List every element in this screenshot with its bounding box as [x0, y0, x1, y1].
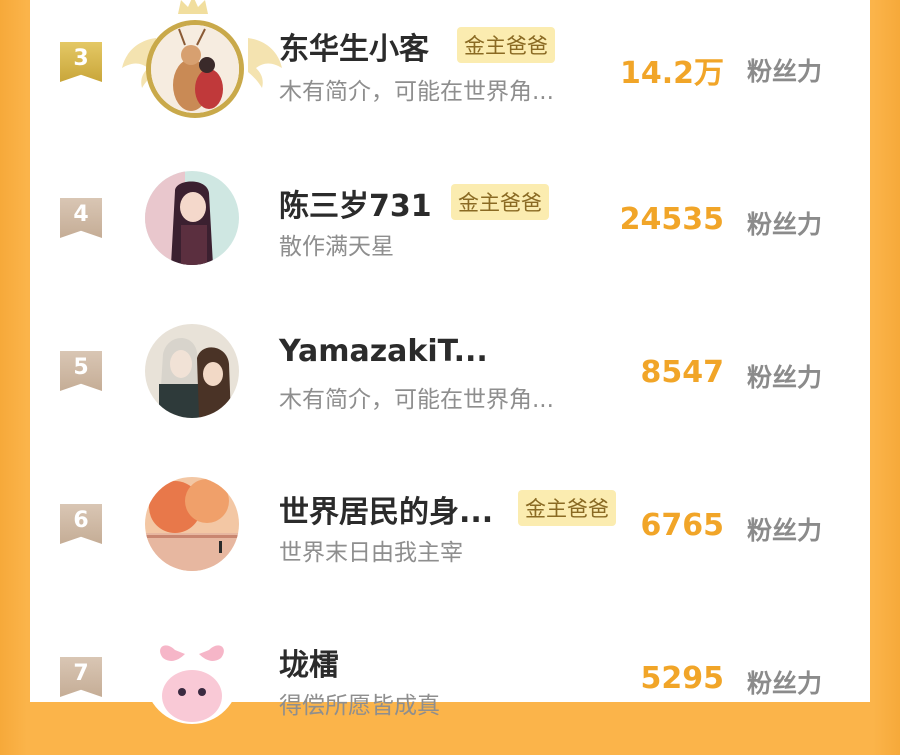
avatar-image-icon	[145, 477, 239, 571]
crown-wing-right-icon	[248, 38, 282, 88]
rank-ribbon: 4	[60, 198, 102, 238]
leaderboard-row[interactable]: 7 垅檑 得偿所愿皆成真 5295 粉丝力	[30, 602, 870, 755]
crown-icon	[178, 0, 208, 14]
leaderboard-row[interactable]: 3 东华生小客 金主爸爸 木有简介，可能在世界角... 14.2万 粉丝力	[30, 0, 870, 143]
avatar[interactable]	[145, 324, 239, 418]
fan-power-label: 粉丝力	[746, 363, 822, 392]
user-name[interactable]: 垅檑	[279, 640, 339, 684]
fan-power-count: 8547	[640, 355, 725, 390]
rank-ribbon: 7	[60, 657, 102, 697]
user-name[interactable]: 世界居民的身...	[279, 487, 493, 531]
rank-number: 4	[73, 202, 89, 227]
fan-power-label: 粉丝力	[746, 210, 822, 239]
sponsor-badge: 金主爸爸	[457, 27, 555, 63]
rank-number: 5	[73, 355, 89, 380]
avatar-image-icon	[145, 630, 239, 724]
fan-power-count: 6765	[640, 508, 725, 543]
user-bio: 世界末日由我主宰	[279, 540, 463, 566]
user-bio: 木有简介，可能在世界角...	[279, 387, 554, 413]
leaderboard-row[interactable]: 6 世界居民的身... 金主爸爸 世界末日由我主宰 6765 粉丝力	[30, 449, 870, 602]
fan-power-label: 粉丝力	[746, 57, 822, 86]
avatar[interactable]	[146, 20, 244, 118]
sponsor-badge: 金主爸爸	[451, 184, 549, 220]
rank-number: 7	[73, 661, 89, 686]
rank-ribbon: 3	[60, 42, 102, 82]
user-bio: 得偿所愿皆成真	[279, 693, 440, 719]
user-bio: 木有简介，可能在世界角...	[279, 79, 554, 105]
rank-ribbon: 6	[60, 504, 102, 544]
fan-power-label: 粉丝力	[746, 669, 822, 698]
fan-power-label: 粉丝力	[746, 516, 822, 545]
rank-ribbon: 5	[60, 351, 102, 391]
user-name[interactable]: 陈三岁731	[279, 181, 432, 225]
user-name[interactable]: YamazakiT...	[279, 334, 488, 369]
fan-power-count: 24535	[619, 202, 724, 237]
leaderboard-panel: 3 东华生小客 金主爸爸 木有简介，可能在世界角... 14.2万 粉丝力 4 …	[30, 0, 870, 724]
avatar-image-icon	[145, 171, 239, 265]
user-bio: 散作满天星	[279, 234, 394, 260]
avatar[interactable]	[145, 171, 239, 265]
fan-power-count: 5295	[640, 661, 725, 696]
user-name[interactable]: 东华生小客	[279, 24, 429, 68]
sponsor-badge: 金主爸爸	[518, 490, 616, 526]
leaderboard-row[interactable]: 5 YamazakiT... 木有简介，可能在世界角... 8547 粉丝力	[30, 296, 870, 449]
avatar[interactable]	[145, 630, 239, 724]
leaderboard-row[interactable]: 4 陈三岁731 金主爸爸 散作满天星 24535 粉丝力	[30, 143, 870, 296]
avatar-image-icon	[145, 324, 239, 418]
avatar[interactable]	[145, 477, 239, 571]
fan-power-count: 14.2万	[619, 56, 724, 91]
rank-number: 6	[73, 508, 89, 533]
avatar-image-icon	[151, 25, 239, 113]
rank-number: 3	[73, 46, 89, 71]
